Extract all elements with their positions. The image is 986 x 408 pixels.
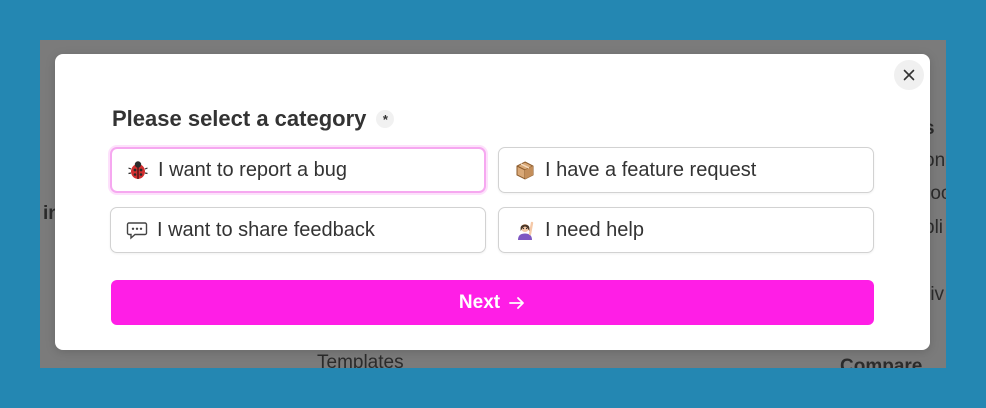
lady-beetle-icon bbox=[126, 158, 150, 182]
category-modal: Please select a category * I want to rep… bbox=[55, 54, 930, 350]
option-label: I want to share feedback bbox=[157, 218, 375, 241]
person-raising-hand-icon bbox=[513, 218, 537, 242]
option-label: I need help bbox=[545, 218, 644, 241]
next-label: Next bbox=[458, 291, 501, 313]
option-feature-request[interactable]: I have a feature request bbox=[498, 147, 874, 193]
close-icon bbox=[903, 69, 915, 81]
question-label: Please select a category bbox=[112, 106, 367, 131]
close-button[interactable] bbox=[894, 60, 924, 90]
option-label: I want to report a bug bbox=[158, 158, 348, 181]
question-header: Please select a category * bbox=[112, 106, 395, 132]
required-marker: * bbox=[376, 110, 395, 128]
next-button[interactable]: Next bbox=[111, 280, 874, 325]
option-share-feedback[interactable]: I want to share feedback bbox=[110, 207, 486, 253]
speech-balloon-icon bbox=[125, 218, 149, 242]
background-text: Templates bbox=[317, 352, 404, 368]
option-label: I have a feature request bbox=[545, 158, 757, 181]
arrow-right-icon bbox=[509, 296, 524, 309]
package-icon bbox=[513, 158, 537, 182]
option-need-help[interactable]: I need help bbox=[498, 207, 874, 253]
background-text: Compare bbox=[840, 356, 923, 368]
option-report-bug[interactable]: I want to report a bug bbox=[110, 147, 486, 193]
